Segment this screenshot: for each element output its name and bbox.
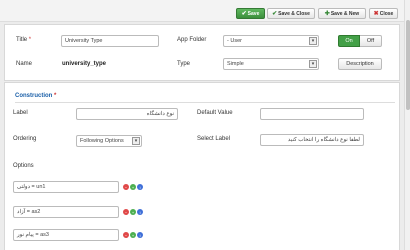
dropdown-arrow-icon: ▾ [309,60,317,68]
plus-icon: ✚ [324,11,330,17]
remove-option-icon[interactable]: − [123,184,129,190]
add-option-icon[interactable]: + [130,209,136,215]
option-input[interactable]: دولتی = un1 [13,181,119,193]
close-button[interactable]: ✖ Close [369,8,398,19]
option-input[interactable]: پیام نور = as3 [13,229,119,241]
add-option-icon[interactable]: + [130,232,136,238]
type-select[interactable]: Simple ▾ [223,58,319,70]
option-controls: − + ↕ [123,209,143,215]
option-controls: − + ↕ [123,184,143,190]
save-new-button[interactable]: ✚ Save & New [318,8,366,19]
ordering-label: Ordering [13,136,37,142]
save-close-button[interactable]: ✔ Save & Close [267,8,315,19]
toggle-off-button[interactable]: Off [360,35,382,47]
type-value: Simple [227,61,244,67]
select-label-label: Select Label [197,136,231,142]
dropdown-arrow-icon: ▾ [309,37,317,45]
default-value-input[interactable] [260,108,364,120]
name-value: university_type [62,61,107,67]
move-option-icon[interactable]: ↕ [137,209,143,215]
app-folder-select[interactable]: - User ▾ [223,35,319,47]
label-input[interactable]: نوع دانشگاه [76,108,178,120]
save-button[interactable]: ✔ Save [236,8,265,19]
close-label: Close [379,10,394,17]
select-label-input[interactable]: لطفا نوع دانشگاه را انتخاب کنید [260,134,364,146]
save-close-label: Save & Close [278,10,310,17]
toolbar: ✔ Save ✔ Save & Close ✚ Save & New ✖ Clo… [0,0,410,22]
description-button[interactable]: Description [338,58,382,70]
construction-title: Construction * [15,93,56,99]
general-panel: Title * University Type App Folder - Use… [4,24,400,81]
construction-title-text: Construction [15,93,53,99]
title-input[interactable]: University Type [61,35,159,47]
option-input[interactable]: آزاد = as2 [13,206,119,218]
label-label: Label [13,110,28,116]
scrollbar-thumb[interactable] [406,20,410,110]
options-label: Options [13,163,34,169]
move-option-icon[interactable]: ↕ [137,184,143,190]
app-folder-label: App Folder [177,37,207,43]
save-label: Save [247,10,260,17]
check-icon: ✔ [272,11,278,17]
option-controls: − + ↕ [123,232,143,238]
remove-option-icon[interactable]: − [123,232,129,238]
move-option-icon[interactable]: ↕ [137,232,143,238]
section-divider [15,102,395,103]
save-new-label: Save & New [330,10,360,17]
default-value-label: Default Value [197,110,233,116]
type-label: Type [177,61,191,67]
required-marker: * [54,93,57,99]
toggle-on-button[interactable]: On [338,35,360,47]
remove-option-icon[interactable]: − [123,209,129,215]
construction-panel: Construction * Label نوع دانشگاه Default… [4,82,400,250]
required-marker: * [28,37,32,43]
name-label: Name [16,61,33,67]
check-icon: ✔ [241,11,247,17]
dropdown-arrow-icon: ▾ [132,137,140,145]
vertical-scrollbar[interactable] [404,0,410,250]
add-option-icon[interactable]: + [130,184,136,190]
title-label: Title * [16,37,31,43]
ordering-select[interactable]: Following Options ▾ [76,135,142,147]
title-label-text: Title [16,37,28,43]
close-icon: ✖ [373,11,379,17]
ordering-value: Following Options [80,138,124,144]
app-folder-value: - User [227,38,242,44]
